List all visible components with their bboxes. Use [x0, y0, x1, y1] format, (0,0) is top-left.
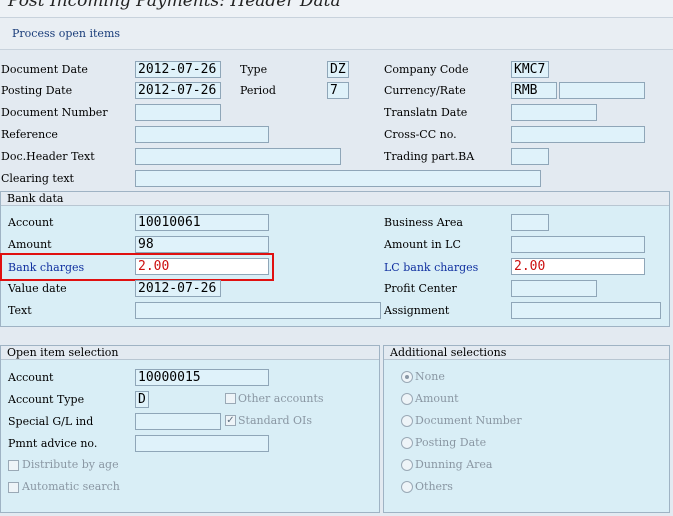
none-radio-label: None	[415, 370, 445, 383]
currency-field[interactable]: RMB	[511, 82, 557, 99]
document-number-radio-label: Document Number	[415, 414, 522, 427]
open-item-selection-title: Open item selection	[1, 346, 379, 360]
reference-label: Reference	[1, 128, 58, 141]
doc-header-text-field[interactable]	[135, 148, 341, 165]
other-accounts-checkbox[interactable]	[225, 393, 236, 404]
currency-rate-label: Currency/Rate	[384, 84, 466, 97]
automatic-search-label: Automatic search	[22, 480, 120, 493]
application-toolbar: Process open items	[0, 18, 673, 50]
amount-radio[interactable]	[401, 393, 413, 405]
profit-center-field[interactable]	[511, 280, 597, 297]
document-number-radio[interactable]	[401, 415, 413, 427]
trading-part-field[interactable]	[511, 148, 549, 165]
dunning-area-radio-label: Dunning Area	[415, 458, 493, 471]
document-date-field[interactable]: 2012-07-26	[135, 61, 221, 78]
posting-date-radio[interactable]	[401, 437, 413, 449]
reference-field[interactable]	[135, 126, 269, 143]
business-area-field[interactable]	[511, 214, 549, 231]
doc-header-text-label: Doc.Header Text	[1, 150, 95, 163]
document-number-field[interactable]	[135, 104, 221, 121]
amount-in-lc-label: Amount in LC	[384, 238, 461, 251]
text-field[interactable]	[135, 302, 381, 319]
amount-in-lc-field[interactable]	[511, 236, 645, 253]
period-field[interactable]: 7	[327, 82, 349, 99]
posting-date-label: Posting Date	[1, 84, 73, 97]
translatn-date-label: Translatn Date	[384, 106, 468, 119]
oi-account-field[interactable]: 10000015	[135, 369, 269, 386]
clearing-text-label: Clearing text	[1, 172, 74, 185]
posting-date-radio-label: Posting Date	[415, 436, 487, 449]
special-gl-field[interactable]	[135, 413, 221, 430]
cross-cc-label: Cross-CC no.	[384, 128, 457, 141]
assignment-label: Assignment	[384, 304, 450, 317]
bank-account-field[interactable]: 10010061	[135, 214, 269, 231]
text-label: Text	[8, 304, 32, 317]
others-radio[interactable]	[401, 481, 413, 493]
standard-ois-checkbox[interactable]: ✓	[225, 415, 236, 426]
value-date-label: Value date	[8, 282, 67, 295]
clearing-text-field[interactable]	[135, 170, 541, 187]
amount-field[interactable]: 98	[135, 236, 269, 253]
cross-cc-field[interactable]	[511, 126, 645, 143]
automatic-search-checkbox[interactable]	[8, 482, 19, 493]
oi-account-label: Account	[8, 371, 54, 384]
amount-radio-label: Amount	[415, 392, 459, 405]
document-date-label: Document Date	[1, 63, 88, 76]
exchange-rate-field[interactable]	[559, 82, 645, 99]
special-gl-label: Special G/L ind	[8, 415, 94, 428]
company-code-field[interactable]: KMC7	[511, 61, 549, 78]
posting-date-field[interactable]: 2012-07-26	[135, 82, 221, 99]
standard-ois-label: Standard OIs	[238, 414, 313, 427]
account-type-label: Account Type	[8, 393, 85, 406]
company-code-label: Company Code	[384, 63, 469, 76]
profit-center-label: Profit Center	[384, 282, 457, 295]
page-title: Post Incoming Payments: Header Data	[8, 0, 341, 11]
period-label: Period	[240, 84, 276, 97]
document-type-field[interactable]: DZ	[327, 61, 349, 78]
bank-account-label: Account	[8, 216, 54, 229]
bank-data-title: Bank data	[1, 192, 669, 206]
pmnt-advice-field[interactable]	[135, 435, 269, 452]
trading-part-label: Trading part.BA	[384, 150, 475, 163]
distribute-by-age-checkbox[interactable]	[8, 460, 19, 471]
additional-selections-title: Additional selections	[384, 346, 669, 360]
account-type-field[interactable]: D	[135, 391, 149, 408]
dunning-area-radio[interactable]	[401, 459, 413, 471]
lc-bank-charges-field[interactable]: 2.00	[511, 258, 645, 275]
value-date-field[interactable]: 2012-07-26	[135, 280, 221, 297]
window-title-bar: Post Incoming Payments: Header Data	[0, 0, 673, 18]
other-accounts-label: Other accounts	[238, 392, 324, 405]
lc-bank-charges-label: LC bank charges	[384, 261, 479, 274]
translatn-date-field[interactable]	[511, 104, 597, 121]
distribute-by-age-label: Distribute by age	[22, 458, 119, 471]
bank-charges-highlight-box	[0, 253, 274, 281]
business-area-label: Business Area	[384, 216, 463, 229]
type-label: Type	[240, 63, 268, 76]
document-number-label: Document Number	[1, 106, 108, 119]
assignment-field[interactable]	[511, 302, 661, 319]
process-open-items-button[interactable]: Process open items	[12, 27, 120, 40]
pmnt-advice-label: Pmnt advice no.	[8, 437, 98, 450]
amount-label: Amount	[8, 238, 52, 251]
others-radio-label: Others	[415, 480, 453, 493]
none-radio[interactable]	[401, 371, 413, 383]
